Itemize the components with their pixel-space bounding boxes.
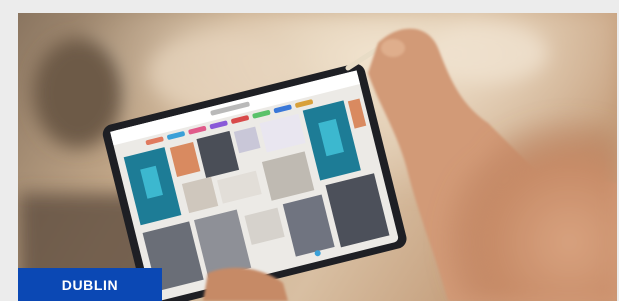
location-badge[interactable]: DUBLIN [18, 268, 162, 301]
tablet-moodboard-photo [18, 13, 617, 301]
article-card[interactable]: DUBLIN [18, 13, 617, 301]
